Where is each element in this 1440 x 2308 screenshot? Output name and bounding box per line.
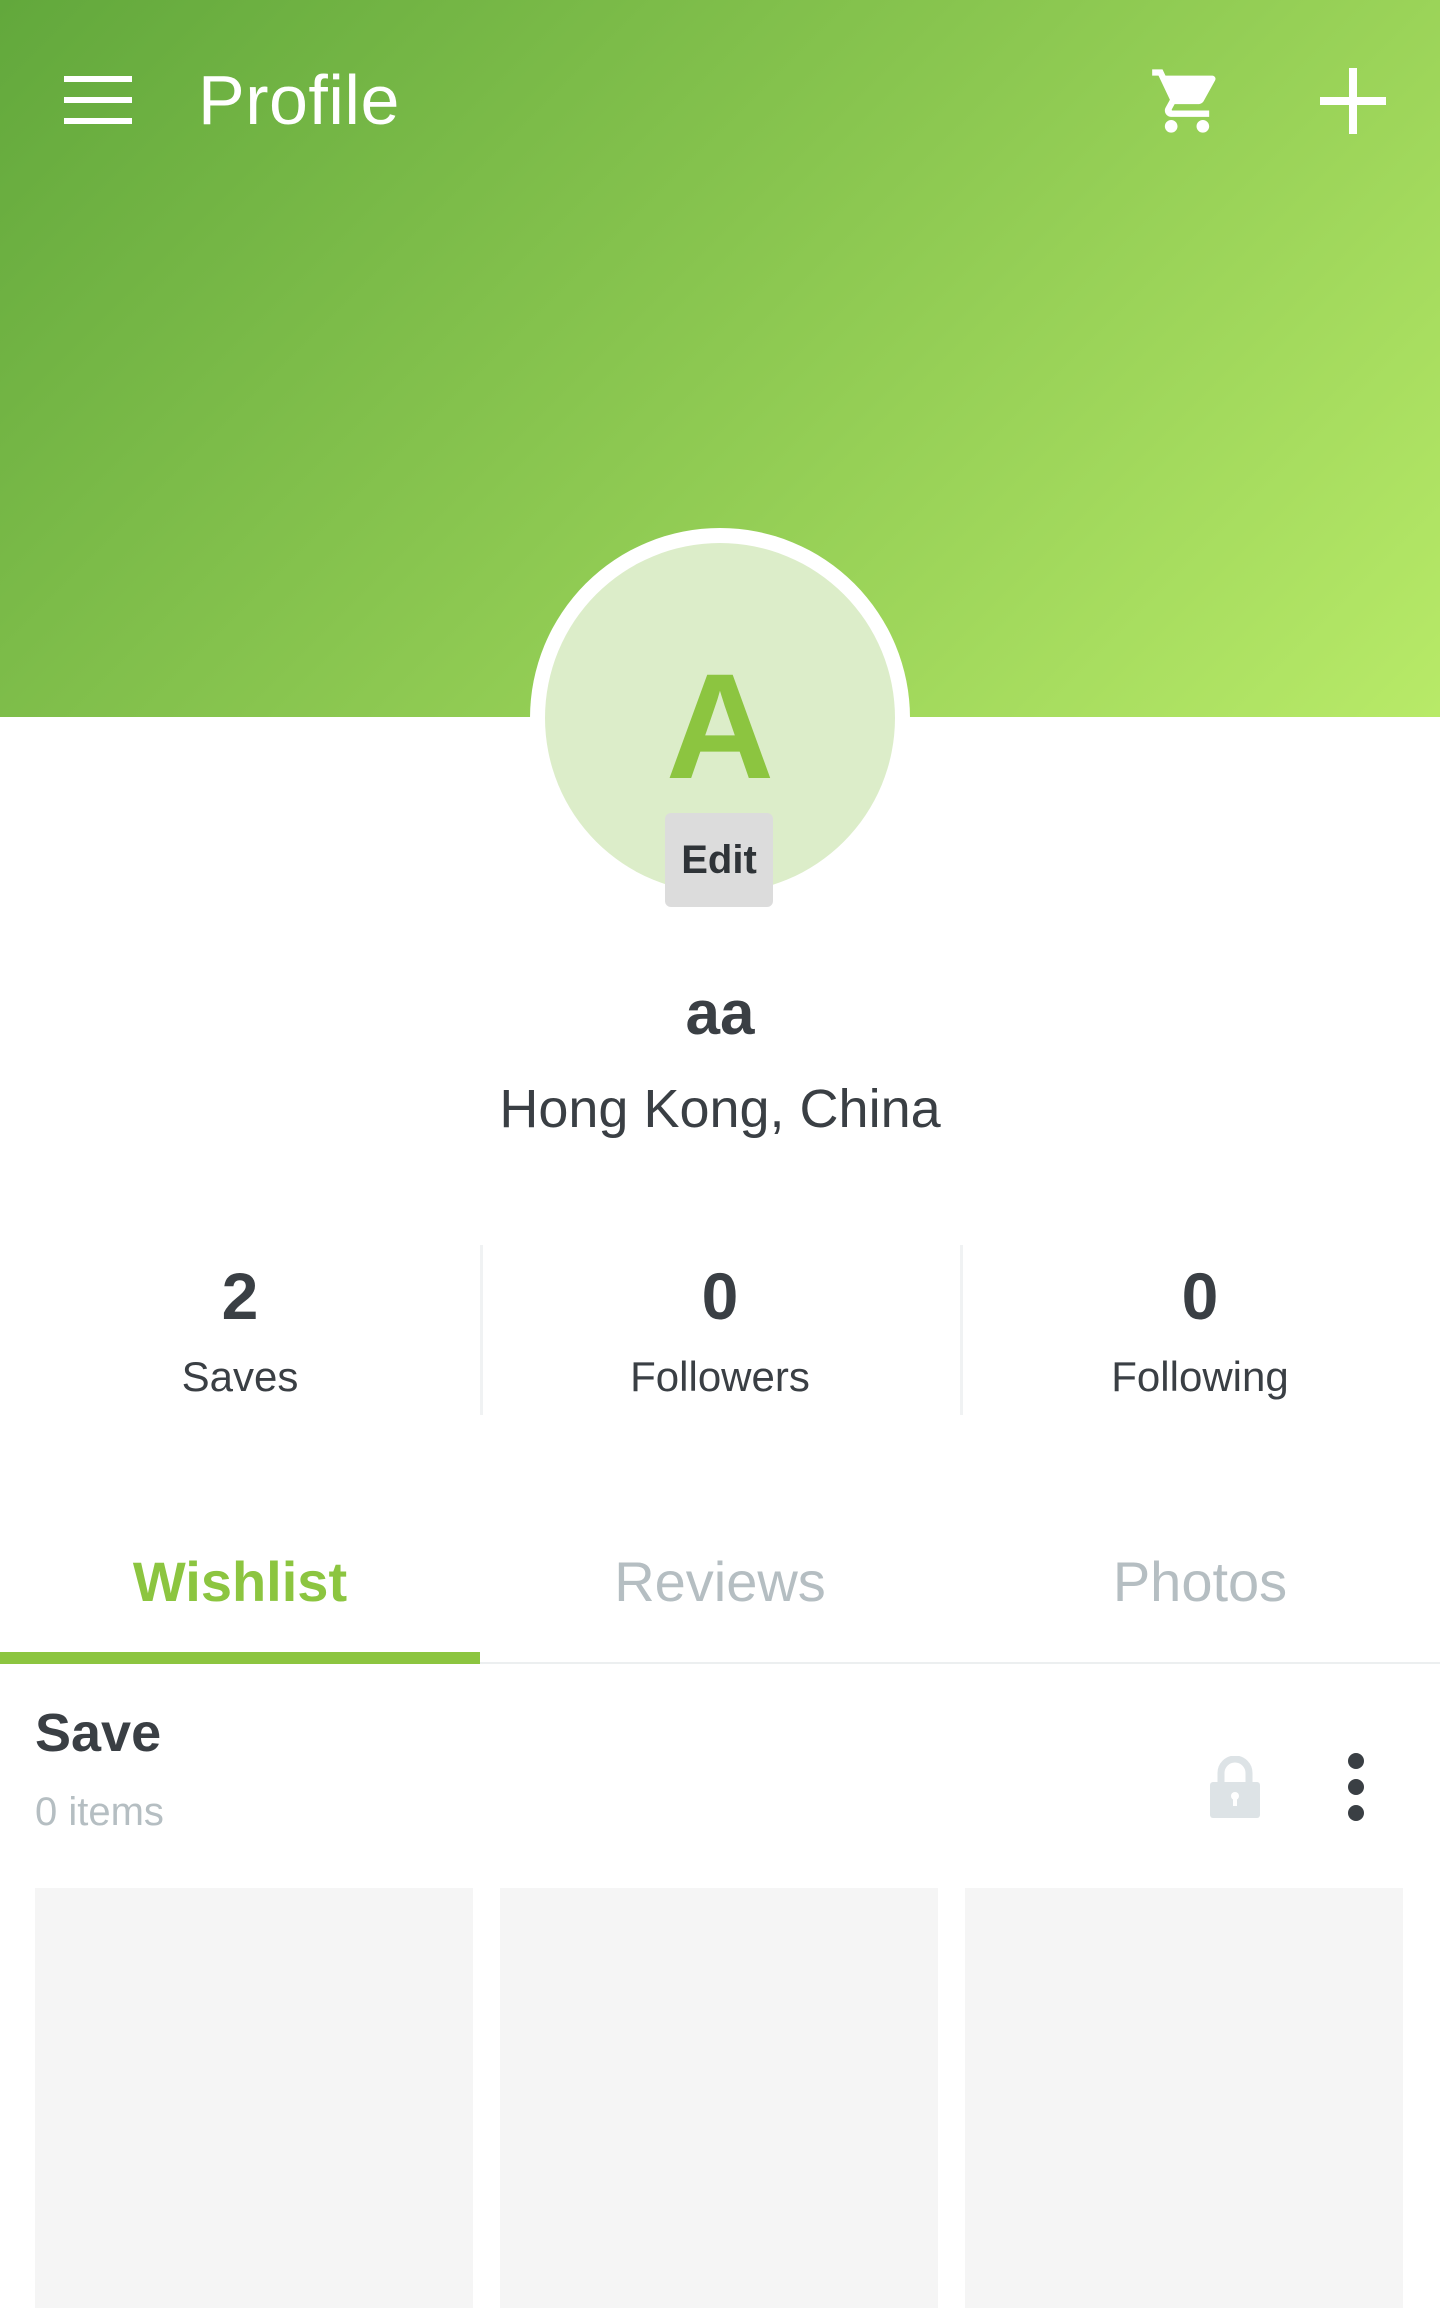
more-vertical-icon — [1348, 1753, 1364, 1821]
tab-reviews[interactable]: Reviews — [480, 1530, 960, 1662]
wishlist-item-count: 0 items — [35, 1790, 164, 1834]
cart-button[interactable] — [1140, 54, 1234, 148]
wishlist-title: Save — [35, 1703, 162, 1763]
tab-photos[interactable]: Photos — [960, 1530, 1440, 1662]
tab-wishlist[interactable]: Wishlist — [0, 1530, 480, 1664]
wishlist-more-button[interactable] — [1322, 1740, 1390, 1834]
plus-icon — [1320, 68, 1386, 134]
username: aa — [685, 979, 755, 1048]
profile-tabs: Wishlist Reviews Photos — [0, 1530, 1440, 1664]
avatar-initial: A — [665, 642, 775, 810]
stat-saves[interactable]: 2 Saves — [0, 1245, 480, 1415]
thumbnail-placeholder[interactable] — [500, 1888, 938, 2308]
shopping-cart-icon — [1152, 69, 1216, 133]
add-button[interactable] — [1306, 54, 1400, 148]
profile-stats: 2 Saves 0 Followers 0 Following — [0, 1245, 1440, 1415]
stat-value: 0 — [701, 1259, 739, 1333]
stat-value: 0 — [1181, 1259, 1219, 1333]
app-bar: Profile — [0, 0, 1440, 200]
stat-label: Followers — [630, 1353, 810, 1400]
edit-avatar-button[interactable]: Edit — [665, 813, 773, 907]
menu-button[interactable] — [50, 60, 146, 140]
stat-label: Saves — [181, 1353, 299, 1400]
stat-followers[interactable]: 0 Followers — [480, 1245, 960, 1415]
lock-icon — [1210, 1756, 1260, 1818]
thumbnail-placeholder[interactable] — [965, 1888, 1403, 2308]
stat-value: 2 — [221, 1259, 259, 1333]
thumbnail-placeholder[interactable] — [35, 1888, 473, 2308]
page-title: Profile — [198, 61, 400, 139]
stat-following[interactable]: 0 Following — [960, 1245, 1440, 1415]
stat-label: Following — [1111, 1353, 1289, 1400]
user-location: Hong Kong, China — [499, 1079, 941, 1139]
hamburger-menu-icon — [64, 76, 132, 124]
wishlist-thumbnail-grid — [35, 1888, 1405, 2308]
